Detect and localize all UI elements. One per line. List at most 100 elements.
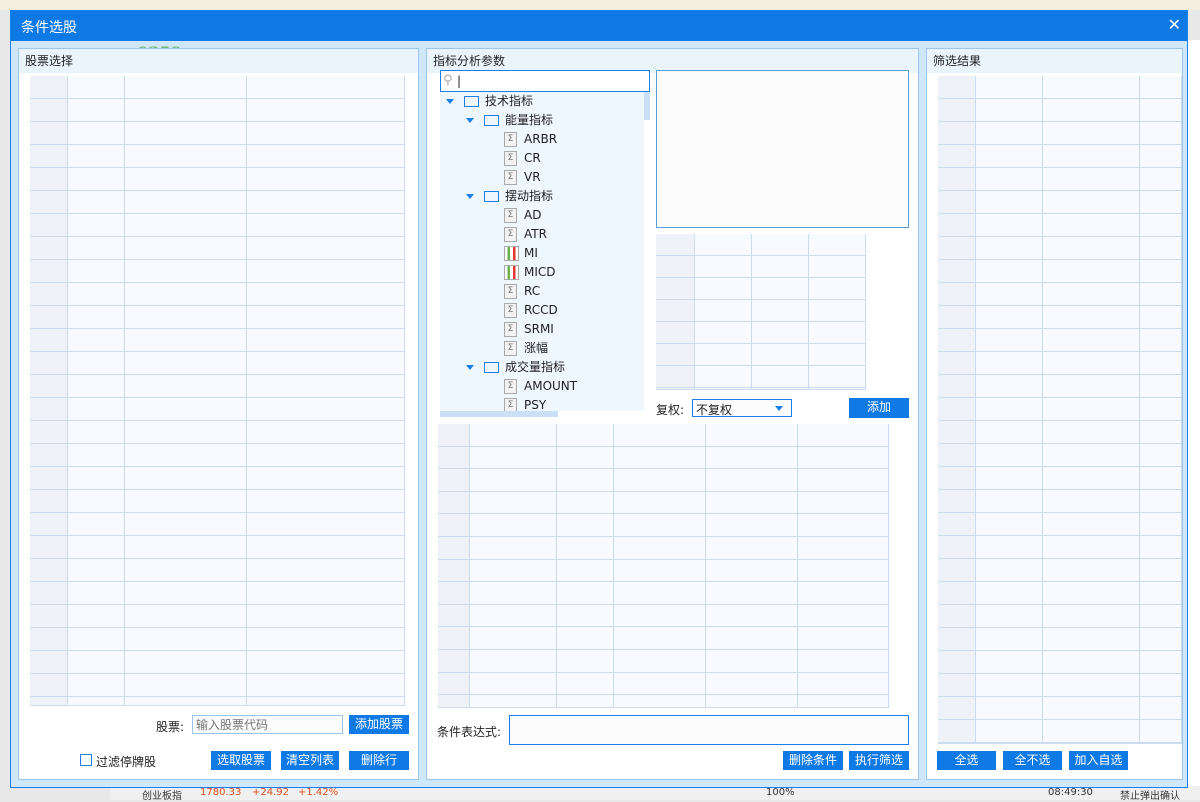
grid-cell[interactable] xyxy=(938,191,976,214)
grid-cell[interactable] xyxy=(976,651,1043,674)
grid-cell[interactable] xyxy=(557,672,614,696)
grid-cell[interactable] xyxy=(695,256,752,278)
grid-cell[interactable] xyxy=(438,627,470,650)
grid-cell[interactable] xyxy=(809,278,866,300)
grid-cell[interactable] xyxy=(125,674,247,697)
grid-cell[interactable] xyxy=(68,697,125,706)
grid-cell[interactable] xyxy=(1140,237,1182,260)
grid-cell[interactable] xyxy=(247,536,405,559)
grid-cell[interactable] xyxy=(30,260,68,283)
grid-cell[interactable] xyxy=(809,300,866,322)
grid-cell[interactable] xyxy=(706,695,798,708)
expand-triangle-icon[interactable] xyxy=(466,118,474,123)
grid-cell[interactable] xyxy=(1140,513,1182,536)
grid-cell[interactable] xyxy=(30,375,68,398)
grid-cell[interactable] xyxy=(125,605,247,628)
grid-cell[interactable] xyxy=(68,99,125,122)
grid-cell[interactable] xyxy=(1043,76,1140,99)
zoom-level[interactable]: 100% xyxy=(766,787,795,798)
grid-cell[interactable] xyxy=(247,375,405,398)
grid-cell[interactable] xyxy=(470,514,557,537)
expand-triangle-icon[interactable] xyxy=(466,365,474,370)
grid-cell[interactable] xyxy=(247,76,405,99)
grid-cell[interactable] xyxy=(30,99,68,122)
grid-cell[interactable] xyxy=(1043,191,1140,214)
grid-cell[interactable] xyxy=(68,605,125,628)
grid-cell[interactable] xyxy=(247,99,405,122)
grid-cell[interactable] xyxy=(470,559,557,583)
grid-cell[interactable] xyxy=(1140,352,1182,375)
grid-cell[interactable] xyxy=(976,191,1043,214)
grid-cell[interactable] xyxy=(976,421,1043,444)
grid-cell[interactable] xyxy=(752,256,809,278)
grid-cell[interactable] xyxy=(438,469,470,492)
grid-cell[interactable] xyxy=(706,559,798,583)
grid-cell[interactable] xyxy=(68,260,125,283)
grid-cell[interactable] xyxy=(557,537,614,560)
grid-cell[interactable] xyxy=(706,469,798,492)
grid-cell[interactable] xyxy=(68,582,125,605)
grid-cell[interactable] xyxy=(438,582,470,605)
stock-grid[interactable] xyxy=(30,76,406,706)
clear-list-button[interactable]: 清空列表 xyxy=(281,751,339,770)
grid-cell[interactable] xyxy=(30,145,68,168)
grid-cell[interactable] xyxy=(30,352,68,375)
grid-cell[interactable] xyxy=(706,604,798,628)
grid-cell[interactable] xyxy=(1043,697,1140,720)
grid-cell[interactable] xyxy=(614,469,706,492)
grid-cell[interactable] xyxy=(125,697,247,706)
tree-item[interactable]: 能量指标 xyxy=(466,111,553,130)
grid-cell[interactable] xyxy=(614,650,706,673)
grid-cell[interactable] xyxy=(1140,76,1182,99)
grid-cell[interactable] xyxy=(125,191,247,214)
grid-cell[interactable] xyxy=(798,537,889,560)
grid-cell[interactable] xyxy=(1043,582,1140,605)
grid-cell[interactable] xyxy=(30,582,68,605)
grid-cell[interactable] xyxy=(938,536,976,559)
grid-cell[interactable] xyxy=(1043,214,1140,237)
grid-cell[interactable] xyxy=(752,278,809,300)
grid-cell[interactable] xyxy=(30,398,68,421)
grid-cell[interactable] xyxy=(798,672,889,696)
grid-cell[interactable] xyxy=(247,674,405,697)
grid-cell[interactable] xyxy=(752,344,809,366)
grid-cell[interactable] xyxy=(798,695,889,708)
select-all-button[interactable]: 全选 xyxy=(937,751,996,770)
grid-cell[interactable] xyxy=(470,424,557,447)
tree-item[interactable]: 摆动指标 xyxy=(466,187,553,206)
grid-cell[interactable] xyxy=(125,352,247,375)
grid-cell[interactable] xyxy=(614,424,706,447)
grid-cell[interactable] xyxy=(1140,743,1182,744)
grid-cell[interactable] xyxy=(247,214,405,237)
grid-cell[interactable] xyxy=(30,237,68,260)
execute-filter-button[interactable]: 执行筛选 xyxy=(849,751,909,770)
grid-cell[interactable] xyxy=(752,388,809,390)
grid-cell[interactable] xyxy=(1140,306,1182,329)
tree-item[interactable]: Σ RC xyxy=(504,282,540,301)
grid-cell[interactable] xyxy=(438,537,470,560)
grid-cell[interactable] xyxy=(1140,283,1182,306)
grid-cell[interactable] xyxy=(1140,628,1182,651)
grid-cell[interactable] xyxy=(247,329,405,352)
grid-cell[interactable] xyxy=(438,559,470,583)
grid-cell[interactable] xyxy=(938,467,976,490)
grid-cell[interactable] xyxy=(1043,99,1140,122)
grid-cell[interactable] xyxy=(438,695,470,708)
grid-cell[interactable] xyxy=(247,628,405,651)
grid-cell[interactable] xyxy=(938,260,976,283)
close-icon[interactable]: ✕ xyxy=(1168,15,1181,34)
grid-cell[interactable] xyxy=(557,446,614,470)
grid-cell[interactable] xyxy=(656,388,695,390)
tree-item[interactable]: Σ SRMI xyxy=(504,320,554,339)
grid-cell[interactable] xyxy=(470,695,557,708)
grid-cell[interactable] xyxy=(125,329,247,352)
tree-item[interactable]: Σ CR xyxy=(504,149,541,168)
stock-code-input[interactable] xyxy=(192,715,343,734)
grid-cell[interactable] xyxy=(68,168,125,191)
grid-cell[interactable] xyxy=(798,650,889,673)
grid-cell[interactable] xyxy=(1140,329,1182,352)
grid-cell[interactable] xyxy=(125,582,247,605)
grid-cell[interactable] xyxy=(30,536,68,559)
grid-cell[interactable] xyxy=(976,674,1043,697)
grid-cell[interactable] xyxy=(247,467,405,490)
